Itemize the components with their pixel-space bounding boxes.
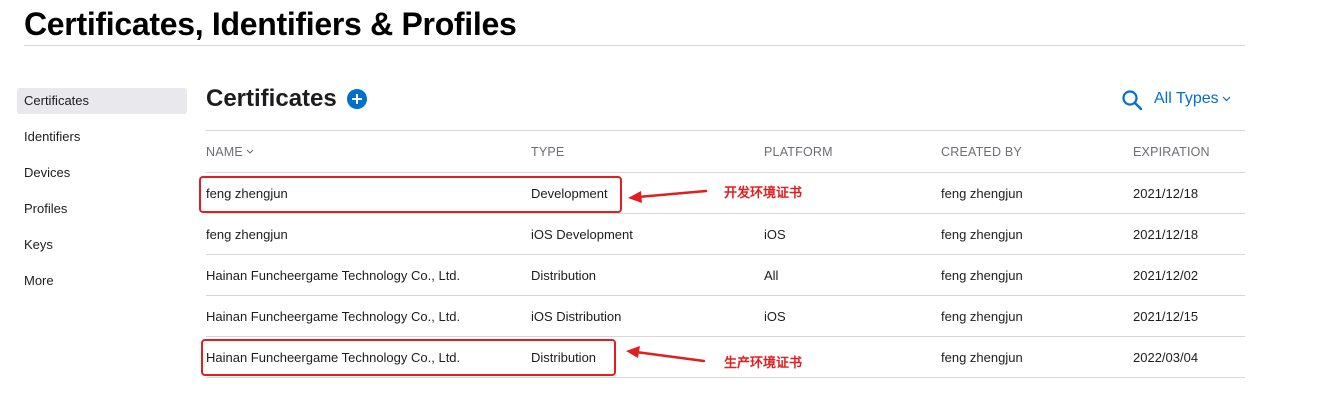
sidebar-item-more[interactable]: More [17, 268, 187, 294]
cell-type: Distribution [531, 349, 597, 365]
cell-type: Development [531, 185, 608, 201]
cell-created-by: feng zhengjun [941, 226, 1023, 242]
column-name-label: NAME [206, 144, 243, 159]
cell-name: Hainan Funcheergame Technology Co., Ltd. [206, 267, 461, 283]
cell-expiration: 2021/12/02 [1133, 267, 1199, 283]
cell-type: iOS Development [531, 226, 633, 242]
search-icon[interactable] [1121, 89, 1143, 111]
annotation-dev-label: 开发环境证书 [724, 185, 803, 200]
cell-platform: All [764, 267, 779, 283]
column-type-header[interactable]: TYPE [531, 131, 564, 172]
table-row[interactable]: feng zhengjun iOS Development iOS feng z… [206, 213, 1245, 254]
certificates-table: NAME TYPE PLATFORM CREATED BY EXPIRATION… [206, 130, 1245, 378]
title-divider [24, 45, 1245, 46]
sidebar-item-profiles[interactable]: Profiles [17, 196, 187, 222]
cell-expiration: 2022/03/04 [1133, 349, 1199, 365]
cell-platform: iOS [764, 226, 786, 242]
column-platform-header[interactable]: PLATFORM [764, 131, 833, 172]
cell-platform: iOS [764, 308, 786, 324]
cell-expiration: 2021/12/18 [1133, 226, 1199, 242]
cell-name: Hainan Funcheergame Technology Co., Ltd. [206, 308, 461, 324]
section-title: Certificates [206, 85, 337, 112]
table-row[interactable]: Hainan Funcheergame Technology Co., Ltd.… [206, 254, 1245, 295]
sidebar-item-keys[interactable]: Keys [17, 232, 187, 258]
cell-type: Distribution [531, 267, 597, 283]
cell-created-by: feng zhengjun [941, 267, 1023, 283]
chevron-down-icon [1222, 96, 1231, 102]
table-header: NAME TYPE PLATFORM CREATED BY EXPIRATION [206, 130, 1245, 172]
cell-created-by: feng zhengjun [941, 349, 1023, 365]
sidebar-item-identifiers[interactable]: Identifiers [17, 124, 187, 150]
cell-created-by: feng zhengjun [941, 185, 1023, 201]
sidebar-item-certificates[interactable]: Certificates [17, 88, 187, 114]
cell-expiration: 2021/12/15 [1133, 308, 1199, 324]
sidebar: Certificates Identifiers Devices Profile… [17, 88, 187, 304]
cell-expiration: 2021/12/18 [1133, 185, 1199, 201]
table-row[interactable]: Hainan Funcheergame Technology Co., Ltd.… [206, 295, 1245, 336]
annotation-prod-label: 生产环境证书 [724, 355, 803, 370]
column-name-header[interactable]: NAME [206, 131, 254, 172]
column-created-by-header[interactable]: CREATED BY [941, 131, 1022, 172]
sidebar-item-devices[interactable]: Devices [17, 160, 187, 186]
cell-name: feng zhengjun [206, 226, 288, 242]
type-filter-label: All Types [1154, 90, 1219, 107]
type-filter-dropdown[interactable]: All Types [1154, 89, 1231, 109]
cell-name: Hainan Funcheergame Technology Co., Ltd. [206, 349, 461, 365]
chevron-down-icon [246, 149, 254, 154]
page-title: Certificates, Identifiers & Profiles [24, 6, 517, 42]
cell-type: iOS Distribution [531, 308, 622, 324]
cell-name: feng zhengjun [206, 185, 288, 201]
plus-circle-icon[interactable] [347, 89, 367, 109]
column-expiration-header[interactable]: EXPIRATION [1133, 131, 1210, 172]
cell-created-by: feng zhengjun [941, 308, 1023, 324]
